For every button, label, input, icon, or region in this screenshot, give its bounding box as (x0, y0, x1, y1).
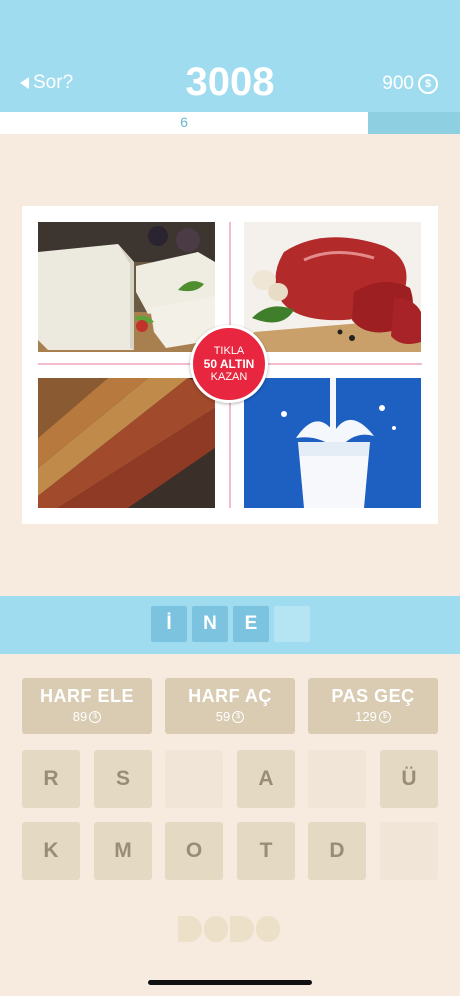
coin-count: 900 (382, 73, 414, 94)
answer-slot[interactable]: İ (151, 606, 187, 642)
letter-key[interactable]: S (94, 750, 152, 808)
letter-key[interactable]: A (237, 750, 295, 808)
reveal-letter-price: 59 (215, 709, 231, 724)
coin-icon: $ (89, 710, 102, 723)
skip-button[interactable]: PAS GEÇ 129 $ (308, 678, 438, 734)
app-logo (178, 916, 280, 942)
badge-line-3: KAZAN (210, 370, 248, 383)
remove-letter-button[interactable]: HARF ELE 89 $ (22, 678, 152, 734)
coin-icon: $ (378, 710, 391, 723)
remove-letter-label: HARF ELE (40, 686, 134, 706)
letter-key[interactable]: M (94, 822, 152, 880)
answer-bar (0, 596, 460, 654)
badge-line-2: 50 ALTIN (203, 356, 255, 371)
remove-letter-price: 89 (72, 709, 88, 724)
answer-slot[interactable]: N (192, 606, 228, 642)
letter-key-empty (165, 750, 223, 808)
letter-key-empty (308, 750, 366, 808)
puzzle-image-cheese[interactable] (38, 222, 215, 352)
letter-key[interactable]: O (165, 822, 223, 880)
letter-key-empty (380, 822, 438, 880)
puzzle-image-milk[interactable] (244, 378, 421, 508)
letter-key[interactable]: Ü (380, 750, 438, 808)
earn-coins-badge[interactable]: TIKLA 50 ALTIN KAZAN (190, 325, 268, 403)
letter-key[interactable]: R (22, 750, 80, 808)
skip-price: 129 (355, 709, 377, 724)
reveal-letter-button[interactable]: HARF AÇ 59 $ (165, 678, 295, 734)
letter-key[interactable]: T (237, 822, 295, 880)
reveal-letter-label: HARF AÇ (188, 686, 272, 706)
coin-balance[interactable]: 900 $ (382, 73, 438, 95)
letter-key[interactable]: D (308, 822, 366, 880)
answer-slot[interactable] (274, 606, 310, 642)
letter-key[interactable]: K (22, 822, 80, 880)
skip-label: PAS GEÇ (331, 686, 415, 706)
coin-icon: $ (232, 710, 245, 723)
coin-icon: $ (418, 74, 438, 94)
home-indicator[interactable] (148, 980, 312, 985)
puzzle-image-leather[interactable] (38, 378, 215, 508)
level-number: 6 (180, 114, 188, 130)
badge-line-1: TIKLA (213, 344, 245, 357)
puzzle-image-meat[interactable] (244, 222, 421, 352)
answer-slot[interactable]: E (233, 606, 269, 642)
